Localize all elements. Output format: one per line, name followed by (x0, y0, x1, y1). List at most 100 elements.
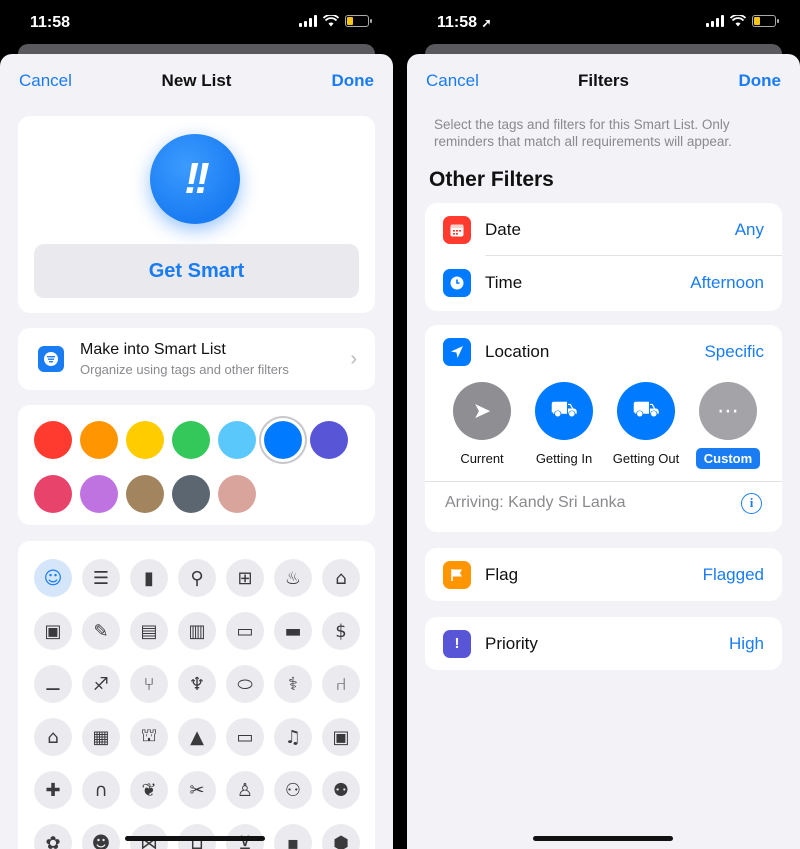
headphones-icon[interactable]: ∩ (82, 771, 120, 809)
gamepad-icon[interactable]: ✚ (34, 771, 72, 809)
time-value[interactable]: Afternoon (690, 273, 764, 293)
wifi-icon (730, 15, 746, 27)
filters-description: Select the tags and filters for this Sma… (434, 117, 732, 149)
time-filter-row[interactable]: Time Afternoon (425, 256, 782, 309)
book-icon[interactable]: ▥ (178, 612, 216, 650)
arriving-location: Arriving: Kandy Sri Lanka (445, 494, 626, 511)
family-icon[interactable]: ⚉ (322, 771, 360, 809)
status-bar: 11:58 ➚ (407, 0, 800, 45)
flag-icon (443, 560, 471, 589)
birthday-cake-icon[interactable]: ♨ (274, 559, 312, 597)
document-icon[interactable]: ▤ (130, 612, 168, 650)
stethoscope-icon[interactable]: ⚕ (274, 665, 312, 703)
status-icons (706, 15, 779, 27)
color-swatch[interactable] (261, 418, 305, 462)
cellular-signal-icon (706, 15, 724, 27)
person-icon[interactable]: ♙ (226, 771, 264, 809)
list-icon[interactable]: ☰ (82, 559, 120, 597)
location-card: Location Specific ➤ Current ⛟ Getting In ⛟ Ge… (425, 325, 782, 532)
date-filter-row[interactable]: Date Any (425, 203, 782, 256)
priority-value[interactable]: High (729, 634, 764, 654)
cancel-button[interactable]: Cancel (426, 71, 479, 91)
list-icon-preview[interactable]: !! (150, 134, 240, 224)
running-icon[interactable]: ♐ (82, 665, 120, 703)
location-option[interactable]: ⛟ Getting Out (605, 382, 687, 469)
money-icon[interactable]: $ (322, 612, 360, 650)
location-option[interactable]: ⛟ Getting In (523, 382, 605, 469)
color-swatch[interactable] (34, 421, 72, 459)
pills-icon[interactable]: ⬭ (226, 665, 264, 703)
smart-list-icon (38, 346, 64, 372)
credit-card-icon[interactable]: ▬ (274, 612, 312, 650)
done-button[interactable]: Done (739, 71, 782, 91)
location-filter-row[interactable]: Location Specific (425, 325, 782, 378)
status-time: 11:58 ➚ (437, 14, 492, 31)
color-swatch[interactable] (172, 475, 210, 513)
date-value[interactable]: Any (735, 220, 764, 240)
leaf-icon[interactable]: ❦ (130, 771, 168, 809)
status-bar: 11:58 (0, 0, 393, 45)
backpack-icon[interactable]: ▣ (34, 612, 72, 650)
computer-icon[interactable]: ▣ (322, 718, 360, 756)
ellipsis-icon[interactable]: ⋯ (699, 382, 757, 440)
info-icon[interactable]: i (741, 492, 762, 514)
make-smart-list-row[interactable]: Make into Smart List Organize using tags… (18, 328, 375, 390)
smart-list-card[interactable]: Make into Smart List Organize using tags… (18, 328, 375, 390)
date-label: Date (485, 219, 521, 239)
car-icon[interactable]: ⛟ (535, 382, 593, 440)
tent-icon[interactable]: ▲ (178, 718, 216, 756)
priority-card: ! Priority High (425, 617, 782, 670)
gift-icon[interactable]: ⊞ (226, 559, 264, 597)
location-option[interactable]: ⋯ Custom (687, 382, 769, 469)
location-option[interactable]: ➤ Current (441, 382, 523, 469)
color-swatch[interactable] (218, 421, 256, 459)
location-arrow-icon (443, 337, 471, 366)
teddy-bear-icon[interactable]: ☻ (82, 824, 120, 849)
building-icon[interactable]: ▦ (82, 718, 120, 756)
graduation-cap-icon[interactable]: ⌂ (322, 559, 360, 597)
wine-glass-icon[interactable]: ♆ (178, 665, 216, 703)
filters-sheet: Cancel Filters Done Select the tags and … (407, 54, 800, 849)
location-value[interactable]: Specific (704, 342, 764, 362)
location-arrow-icon: ➚ (481, 16, 492, 30)
color-swatch[interactable] (80, 475, 118, 513)
fork-knife-icon[interactable]: ⑂ (130, 665, 168, 703)
priority-filter-row[interactable]: ! Priority High (425, 617, 782, 670)
pin-icon[interactable]: ⚲ (178, 559, 216, 597)
color-swatch[interactable] (218, 475, 256, 513)
house-icon[interactable]: ⌂ (34, 718, 72, 756)
car-icon[interactable]: ⛟ (617, 382, 675, 440)
desktop-icon[interactable]: ▭ (226, 718, 264, 756)
bag-icon[interactable]: ▪ (274, 824, 312, 849)
color-swatch[interactable] (172, 421, 210, 459)
location-arrow-icon[interactable]: ➤ (453, 382, 511, 440)
flag-filter-row[interactable]: Flag Flagged (425, 548, 782, 601)
cancel-button[interactable]: Cancel (19, 71, 72, 91)
color-swatch[interactable] (126, 475, 164, 513)
arriving-row[interactable]: Arriving: Kandy Sri Lanka i (425, 481, 782, 524)
color-picker-card (18, 405, 375, 525)
color-swatch[interactable] (126, 421, 164, 459)
ruler-pencil-icon[interactable]: ✎ (82, 612, 120, 650)
carrot-icon[interactable]: ✂ (178, 771, 216, 809)
dumbbell-icon[interactable]: ⚊ (34, 665, 72, 703)
two-people-icon[interactable]: ⚇ (274, 771, 312, 809)
list-name-field[interactable]: Get Smart (34, 244, 359, 298)
music-note-icon[interactable]: ♫ (274, 718, 312, 756)
location-option-label: Custom (695, 448, 761, 469)
box-icon[interactable]: ⬢ (322, 824, 360, 849)
exclamation-icon: ! (443, 629, 471, 658)
flag-value[interactable]: Flagged (703, 565, 764, 585)
color-swatch[interactable] (310, 421, 348, 459)
paw-icon[interactable]: ✿ (34, 824, 72, 849)
chair-icon[interactable]: ⑁ (322, 665, 360, 703)
bookmark-icon[interactable]: ▮ (130, 559, 168, 597)
flag-card: Flag Flagged (425, 548, 782, 601)
wallet-icon[interactable]: ▭ (226, 612, 264, 650)
bank-icon[interactable]: ⛫ (130, 718, 168, 756)
color-swatch[interactable] (34, 475, 72, 513)
done-button[interactable]: Done (332, 71, 375, 91)
color-swatch[interactable] (80, 421, 118, 459)
smart-list-title: Make into Smart List (80, 341, 226, 358)
smiley-icon[interactable]: ☺ (34, 559, 72, 597)
